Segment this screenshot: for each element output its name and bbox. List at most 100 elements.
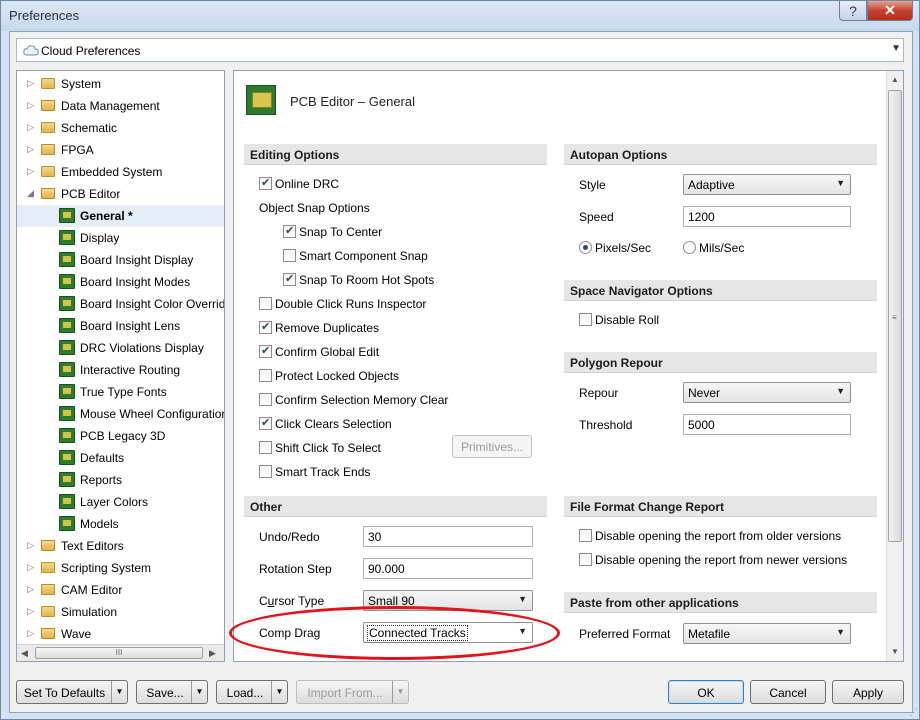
chevron-down-icon[interactable]: ▼ [191, 681, 207, 703]
tree-item-models[interactable]: Models [17, 513, 224, 535]
cancel-button[interactable]: Cancel [750, 680, 826, 704]
scroll-left-icon[interactable]: ◀ [21, 648, 28, 659]
ok-button[interactable]: OK [668, 680, 744, 704]
tree-item-pcb-legacy-3d[interactable]: PCB Legacy 3D [17, 425, 224, 447]
expander-icon[interactable]: ▷ [27, 100, 37, 111]
expander-icon[interactable]: ▷ [27, 122, 37, 133]
tree-item-fpga[interactable]: ▷ FPGA [17, 139, 224, 161]
checkbox-box[interactable] [259, 320, 272, 334]
tree-item-drc-violations-display[interactable]: DRC Violations Display [17, 337, 224, 359]
expander-icon[interactable]: ▷ [27, 78, 37, 89]
chevron-down-icon: ▼ [518, 626, 527, 636]
title-bar[interactable]: Preferences ? ✕ [1, 1, 919, 31]
polygon-repour-header: Polygon Repour [564, 352, 877, 373]
load-button[interactable]: Load... ▼ [216, 680, 288, 704]
expander-icon[interactable]: ▷ [27, 540, 37, 551]
tree-item-label: PCB Editor [61, 187, 121, 201]
checkbox-box[interactable] [259, 465, 272, 478]
tree-item-text-editors[interactable]: ▷ Text Editors [17, 535, 224, 557]
chevron-down-icon[interactable]: ▼ [111, 681, 127, 703]
tree-item-data-management[interactable]: ▷ Data Management [17, 95, 224, 117]
tree-item-embedded-system[interactable]: ▷ Embedded System [17, 161, 224, 183]
expander-icon[interactable]: ▷ [27, 628, 37, 639]
apply-button[interactable]: Apply [832, 680, 904, 704]
expander-icon[interactable]: ▷ [27, 584, 37, 595]
primitives-button[interactable]: Primitives... [452, 435, 532, 458]
checkbox-box[interactable] [259, 441, 272, 454]
expander-icon[interactable]: ◢ [27, 188, 37, 199]
chevron-down-icon[interactable]: ▼ [392, 681, 408, 703]
tree-horizontal-scrollbar[interactable]: ◀ III ▶ [17, 644, 224, 661]
threshold-input[interactable]: 5000 [683, 414, 851, 435]
checkbox-box[interactable] [259, 393, 272, 406]
checkbox-box[interactable] [283, 249, 296, 262]
checkbox-box[interactable] [579, 313, 592, 326]
tree-item-board-insight-lens[interactable]: Board Insight Lens [17, 315, 224, 337]
scroll-up-icon[interactable]: ▲ [891, 75, 899, 84]
tree-item-interactive-routing[interactable]: Interactive Routing [17, 359, 224, 381]
expander-icon[interactable]: ▷ [27, 144, 37, 155]
checkbox-box[interactable] [259, 344, 272, 358]
autopan-style-dropdown[interactable]: Adaptive ▼ [683, 174, 851, 195]
scroll-thumb[interactable]: III [35, 647, 203, 659]
rotation-step-input[interactable]: 90.000 [363, 558, 533, 579]
scroll-right-icon[interactable]: ▶ [209, 648, 216, 659]
set-to-defaults-button[interactable]: Set To Defaults ▼ [16, 680, 128, 704]
mils-sec-radio[interactable] [683, 241, 696, 254]
tree-item-defaults[interactable]: Defaults [17, 447, 224, 469]
checkbox-box[interactable] [259, 176, 272, 190]
comp-drag-dropdown[interactable]: Connected Tracks ▼ [363, 622, 533, 643]
checkbox-box[interactable] [579, 553, 592, 566]
pixels-sec-radio[interactable] [579, 241, 592, 254]
checkbox-box[interactable] [259, 416, 272, 430]
undo-redo-input[interactable]: 30 [363, 526, 533, 547]
scroll-down-icon[interactable]: ▼ [891, 647, 899, 656]
scroll-thumb[interactable]: ≡ [888, 90, 902, 542]
chevron-down-icon[interactable]: ▼ [891, 43, 901, 54]
tree-item-wave[interactable]: ▷ Wave [17, 623, 224, 645]
tree-item-label: Board Insight Lens [80, 319, 181, 333]
cloud-preferences-dropdown[interactable]: Cloud Preferences ▼ [16, 38, 904, 62]
tree-item-schematic[interactable]: ▷ Schematic [17, 117, 224, 139]
tree-item-simulation[interactable]: ▷ Simulation [17, 601, 224, 623]
tree-item-cam-editor[interactable]: ▷ CAM Editor [17, 579, 224, 601]
tree-item-pcb-editor[interactable]: ◢ PCB Editor [17, 183, 224, 205]
save-button[interactable]: Save... ▼ [136, 680, 208, 704]
tree-item-label: General * [80, 209, 133, 223]
chevron-down-icon: ▼ [836, 627, 845, 637]
cursor-type-dropdown[interactable]: Small 90 ▼ [363, 590, 533, 611]
tree-item-reports[interactable]: Reports [17, 469, 224, 491]
tree-item-general[interactable]: General * [17, 205, 224, 227]
tree-item-true-type-fonts[interactable]: True Type Fonts [17, 381, 224, 403]
checkbox-box[interactable] [283, 272, 296, 286]
tree-item-scripting-system[interactable]: ▷ Scripting System [17, 557, 224, 579]
import-from-button[interactable]: Import From... ▼ [296, 680, 409, 704]
help-button[interactable]: ? [839, 1, 867, 21]
chevron-down-icon[interactable]: ▼ [271, 681, 287, 703]
preferences-tree[interactable]: ▷ Wave ▷ Simulation ▷ CAM Editor ▷ Scripting Sy… [16, 70, 225, 662]
tree-item-display[interactable]: Display [17, 227, 224, 249]
autopan-speed-input[interactable]: 1200 [683, 206, 851, 227]
settings-vertical-scrollbar[interactable]: ▲ ≡ ▼ [886, 71, 903, 661]
tree-item-board-insight-color-overrid[interactable]: Board Insight Color Overrid [17, 293, 224, 315]
preferred-format-label: Preferred Format [579, 627, 671, 641]
tree-item-system[interactable]: ▷ System [17, 73, 224, 95]
expander-icon[interactable]: ▷ [27, 606, 37, 617]
tree-item-layer-colors[interactable]: Layer Colors [17, 491, 224, 513]
checkbox-box[interactable] [259, 369, 272, 382]
tree-item-mouse-wheel-configuration[interactable]: Mouse Wheel Configuration [17, 403, 224, 425]
checkbox-box[interactable] [283, 224, 296, 238]
tree-item-board-insight-display[interactable]: Board Insight Display [17, 249, 224, 271]
resize-grip-icon[interactable]: ⋰ [909, 707, 918, 718]
pcb-page-icon [59, 340, 75, 355]
expander-icon[interactable]: ▷ [27, 562, 37, 573]
tree-item-board-insight-modes[interactable]: Board Insight Modes [17, 271, 224, 293]
preferred-format-dropdown[interactable]: Metafile ▼ [683, 623, 851, 644]
folder-icon [41, 188, 55, 199]
repour-dropdown[interactable]: Never ▼ [683, 382, 851, 403]
tree-item-label: DRC Violations Display [80, 341, 204, 355]
close-button[interactable]: ✕ [867, 1, 913, 21]
expander-icon[interactable]: ▷ [27, 166, 37, 177]
checkbox-box[interactable] [259, 297, 272, 310]
checkbox-box[interactable] [579, 529, 592, 542]
